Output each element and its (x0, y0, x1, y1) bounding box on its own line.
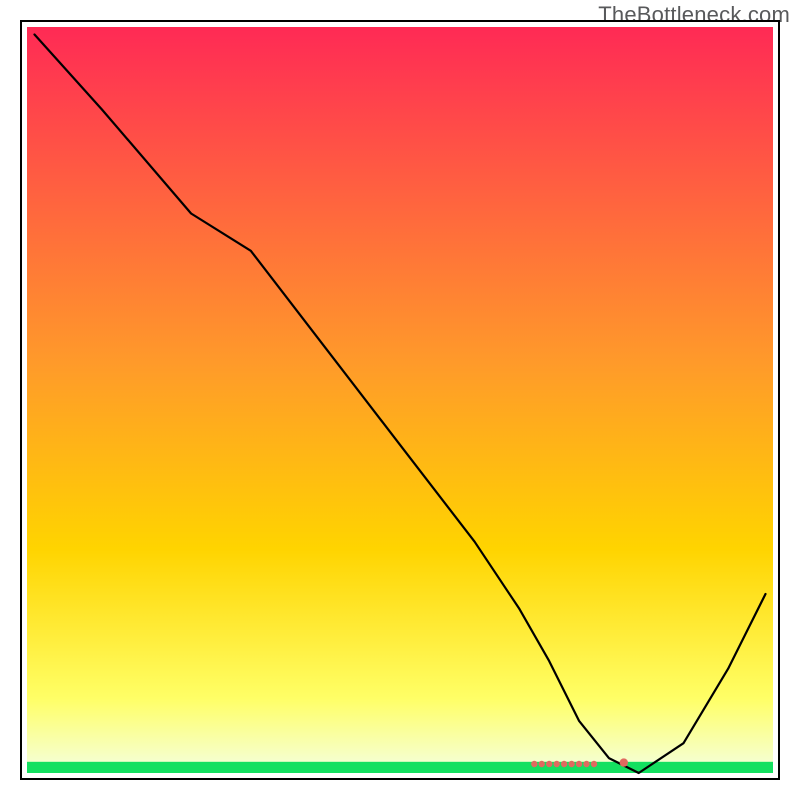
data-point (546, 761, 552, 767)
chart-svg (0, 0, 800, 800)
data-point (576, 761, 582, 767)
chart-frame: TheBottleneck.com (0, 0, 800, 800)
data-point (620, 758, 628, 766)
data-point (561, 761, 567, 767)
green-band (27, 762, 773, 773)
data-point (531, 761, 537, 767)
plot-group (21, 21, 779, 779)
data-point (568, 761, 574, 767)
gradient-background (27, 27, 773, 773)
data-point (554, 761, 560, 767)
data-point (591, 761, 597, 767)
data-point (583, 761, 589, 767)
data-point (539, 761, 545, 767)
